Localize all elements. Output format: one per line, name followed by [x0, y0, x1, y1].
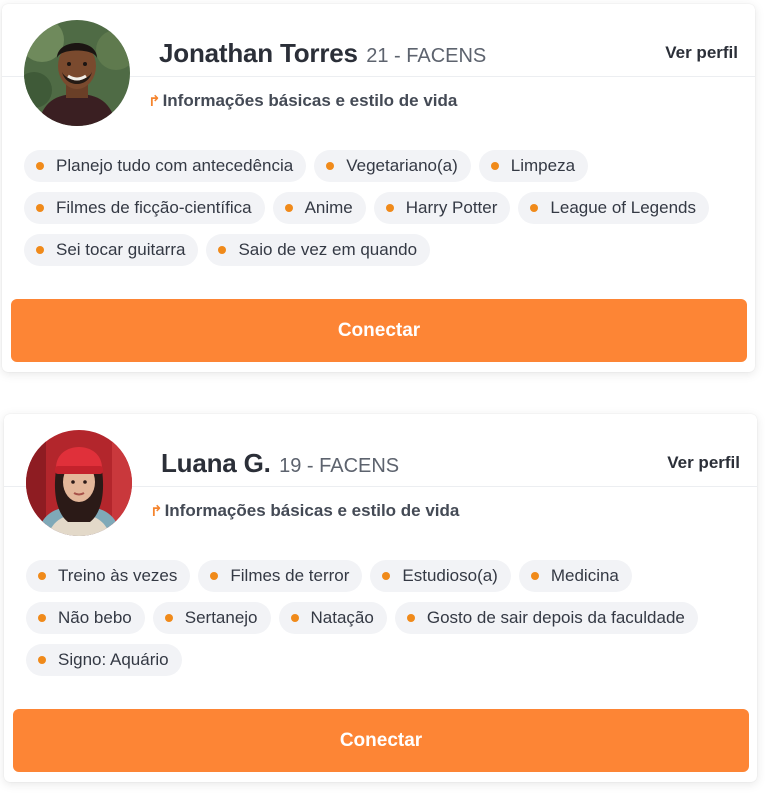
- tag-chip: Sei tocar guitarra: [24, 234, 199, 266]
- profile-card: Luana G. 19 - FACENS Ver perfil ↱ Inform…: [4, 414, 757, 782]
- bullet-dot-icon: [530, 204, 539, 212]
- tag-label: League of Legends: [550, 198, 696, 217]
- name-row: Luana G. 19 - FACENS: [161, 448, 399, 479]
- bullet-dot-icon: [490, 162, 499, 170]
- tag-label: Filmes de ficção-científica: [56, 198, 252, 217]
- bullet-dot-icon: [210, 572, 219, 580]
- tag-chip: League of Legends: [518, 192, 709, 224]
- tag-label: Signo: Aquário: [58, 650, 169, 669]
- subtitle-text: Informações básicas e estilo de vida: [162, 91, 458, 110]
- arrow-return-icon: ↱: [148, 93, 161, 110]
- tag-chip: Harry Potter: [373, 192, 511, 224]
- tag-chip: Limpeza: [478, 150, 589, 182]
- profile-card: Jonathan Torres 21 - FACENS Ver perfil ↱…: [2, 4, 755, 372]
- section-subtitle: ↱ Informações básicas e estilo de vida: [150, 501, 459, 521]
- bullet-dot-icon: [385, 204, 394, 212]
- tag-list: Treino às vezes Filmes de terror Estudio…: [26, 560, 737, 676]
- bullet-dot-icon: [164, 614, 173, 622]
- tag-label: Treino às vezes: [58, 566, 178, 585]
- tag-label: Gosto de sair depois da faculdade: [426, 608, 685, 627]
- connect-button[interactable]: Conectar: [11, 299, 747, 362]
- bullet-dot-icon: [284, 204, 293, 212]
- tag-label: Filmes de terror: [230, 566, 350, 585]
- bullet-dot-icon: [38, 614, 46, 622]
- tag-chip: Filmes de ficção-científica: [24, 192, 265, 224]
- tag-label: Natação: [310, 608, 374, 627]
- avatar-photo: [24, 20, 130, 126]
- profile-name: Luana G.: [161, 448, 271, 478]
- tag-chip: Signo: Aquário: [26, 644, 182, 676]
- tag-label: Sertanejo: [184, 608, 258, 627]
- tag-chip: Gosto de sair depois da faculdade: [394, 602, 698, 634]
- tag-label: Vegetariano(a): [346, 156, 458, 175]
- bullet-dot-icon: [38, 572, 46, 580]
- tag-chip: Natação: [278, 602, 387, 634]
- bullet-dot-icon: [218, 246, 227, 254]
- profile-name: Jonathan Torres: [159, 38, 358, 68]
- tag-chip: Saio de vez em quando: [206, 234, 431, 266]
- tag-list: Planejo tudo com antecedência Vegetarian…: [24, 150, 735, 266]
- tag-label: Limpeza: [510, 156, 576, 175]
- tag-chip: Sertanejo: [152, 602, 271, 634]
- view-profile-link[interactable]: Ver perfil: [665, 43, 738, 63]
- tag-label: Planejo tudo com antecedência: [56, 156, 294, 175]
- tag-label: Não bebo: [58, 608, 132, 627]
- section-subtitle: ↱ Informações básicas e estilo de vida: [148, 91, 457, 111]
- tag-chip: Não bebo: [26, 602, 145, 634]
- tag-chip: Filmes de terror: [198, 560, 363, 592]
- bullet-dot-icon: [36, 246, 44, 254]
- bullet-dot-icon: [36, 204, 44, 212]
- tag-label: Medicina: [550, 566, 619, 585]
- connect-button[interactable]: Conectar: [13, 709, 749, 772]
- profile-meta: 19 - FACENS: [279, 455, 400, 477]
- bullet-dot-icon: [326, 162, 335, 170]
- tag-chip: Anime: [272, 192, 366, 224]
- arrow-return-icon: ↱: [150, 503, 163, 520]
- bullet-dot-icon: [38, 656, 46, 664]
- bullet-dot-icon: [530, 572, 539, 580]
- bullet-dot-icon: [406, 614, 415, 622]
- bullet-dot-icon: [290, 614, 299, 622]
- tag-label: Anime: [304, 198, 353, 217]
- tag-chip: Medicina: [518, 560, 632, 592]
- bullet-dot-icon: [382, 572, 391, 580]
- view-profile-link[interactable]: Ver perfil: [667, 453, 740, 473]
- tag-label: Saio de vez em quando: [238, 240, 418, 259]
- tag-label: Estudioso(a): [402, 566, 498, 585]
- tag-chip: Planejo tudo com antecedência: [24, 150, 307, 182]
- tag-chip: Estudioso(a): [370, 560, 511, 592]
- profile-meta: 21 - FACENS: [366, 45, 487, 67]
- subtitle-text: Informações básicas e estilo de vida: [164, 501, 460, 520]
- tag-chip: Treino às vezes: [26, 560, 191, 592]
- tag-label: Sei tocar guitarra: [56, 240, 186, 259]
- avatar: [24, 20, 130, 126]
- avatar-photo: [26, 430, 132, 536]
- tag-chip: Vegetariano(a): [314, 150, 471, 182]
- name-row: Jonathan Torres 21 - FACENS: [159, 38, 486, 69]
- bullet-dot-icon: [36, 162, 44, 170]
- tag-label: Harry Potter: [405, 198, 498, 217]
- avatar: [26, 430, 132, 536]
